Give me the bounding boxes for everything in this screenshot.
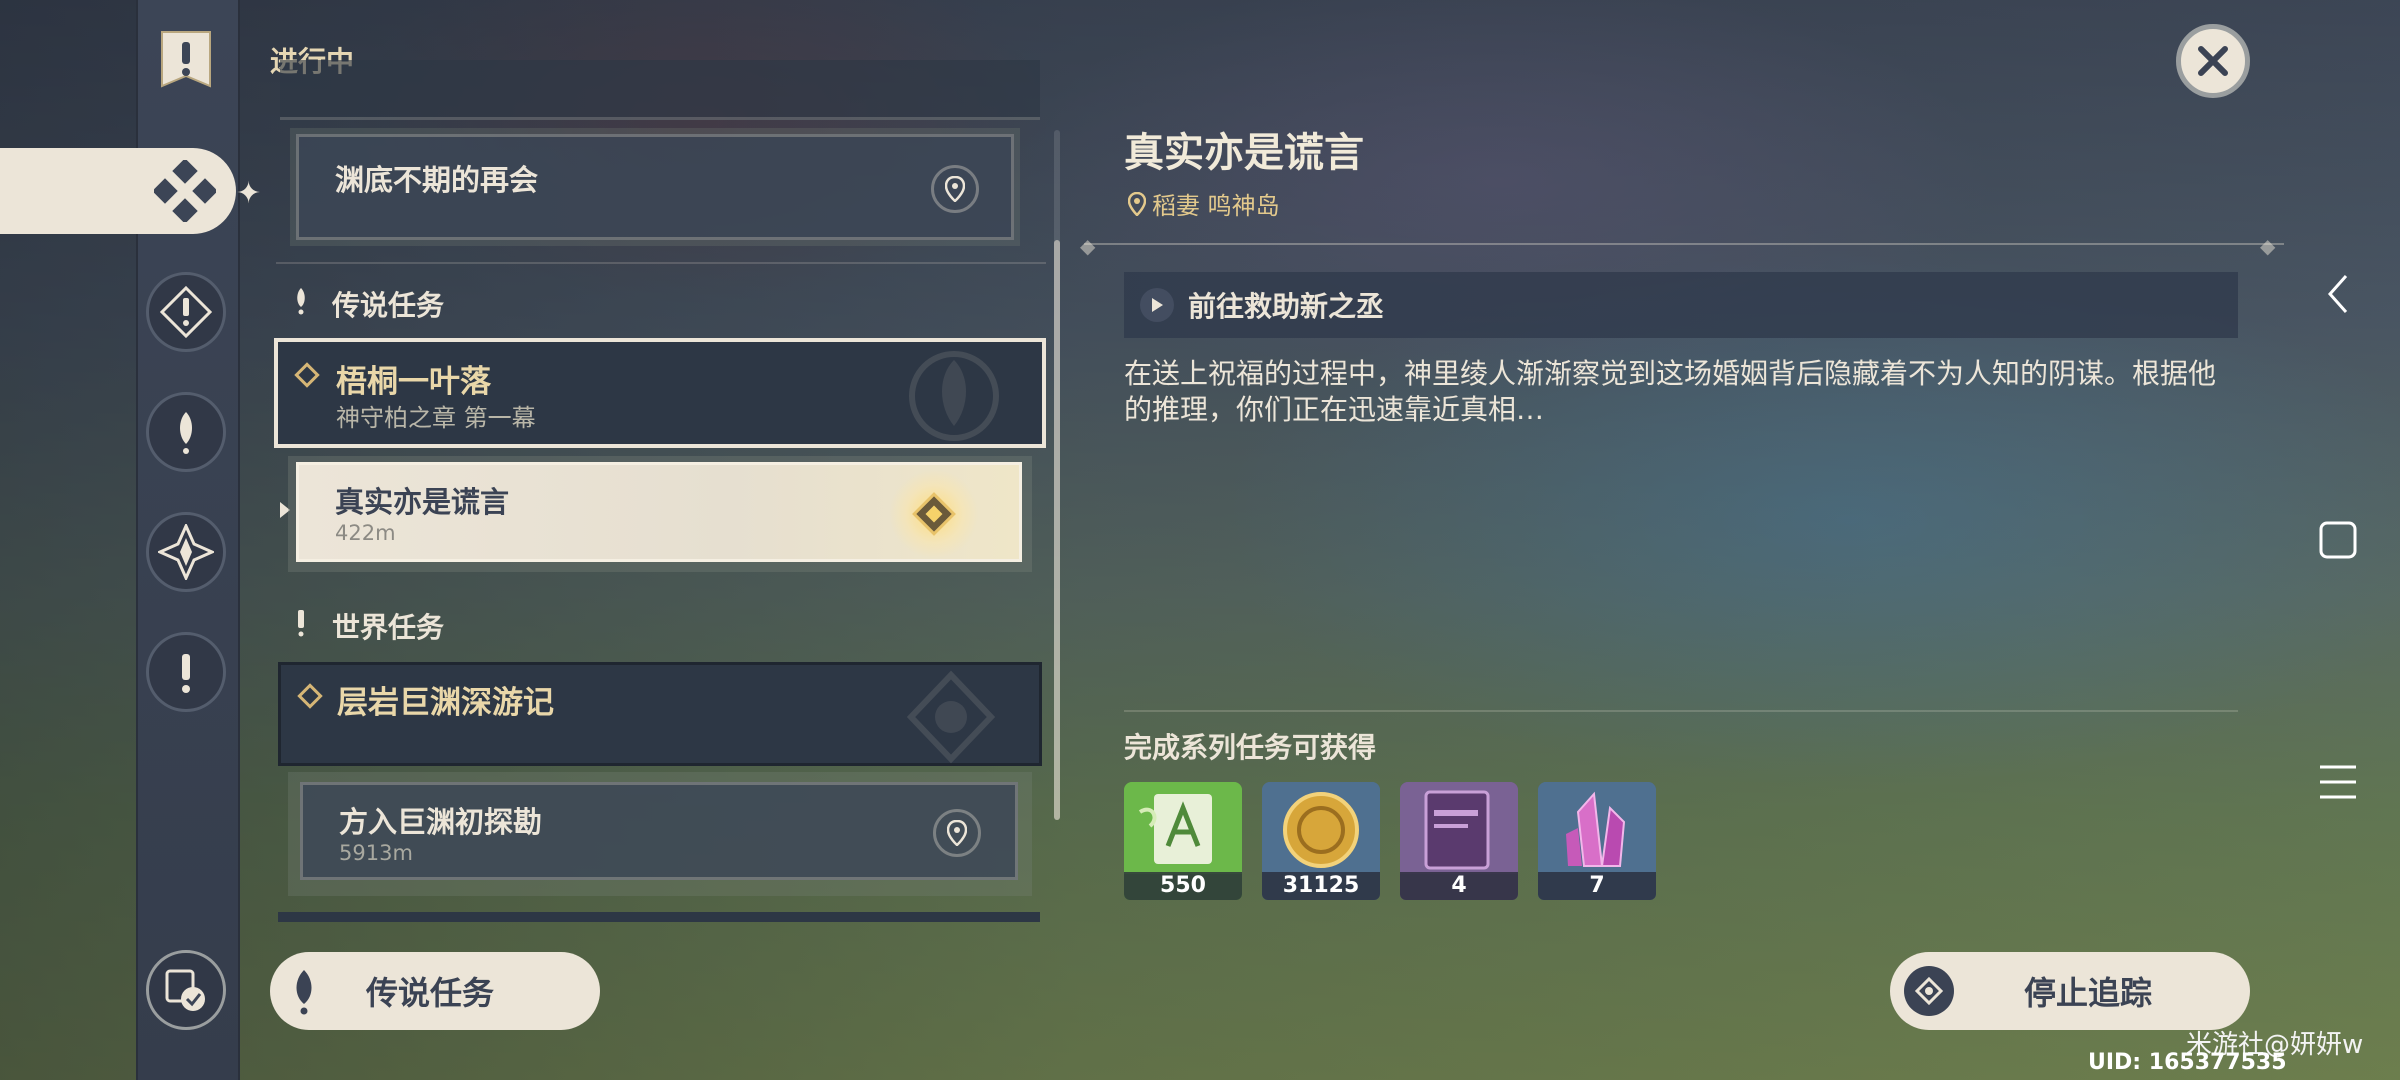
partial-quest-card-bottom [278,912,1040,922]
system-recents-button[interactable] [2316,760,2360,804]
subquest-card-chasm-explore[interactable]: 方入巨渊初探勘 5913m [300,782,1018,880]
commission-quest-icon [158,524,214,580]
tracked-quest-icon[interactable] [911,491,957,537]
system-home-button[interactable] [2316,518,2360,562]
subquest-card-truth-lie[interactable]: 真实亦是谎言 422m [296,462,1022,562]
close-icon [2198,46,2228,76]
menu-lines-icon [2320,765,2356,799]
all-quests-icon [154,160,216,222]
quest-location: 稻妻 鸣神岛 [1128,186,1280,221]
subquest-distance: 5913m [339,841,413,865]
rail-tab-legend[interactable] [146,392,226,472]
divider-ornament-right: ◆ [2260,234,2276,258]
section-divider [276,262,1046,264]
world-quest-icon [182,654,190,693]
tracking-icon [1904,966,1954,1016]
rail-tab-commission[interactable] [146,512,226,592]
quest-banner-icon [161,31,211,88]
map-pin-icon[interactable] [931,165,979,213]
subquest-title: 方入巨渊初探勘 [339,805,543,839]
heros-wit-book-icon [1400,782,1518,874]
system-back-button[interactable] [2316,272,2360,316]
rail-tab-completed[interactable] [146,950,226,1030]
legend-quest-icon [180,412,192,454]
back-chevron-icon [2327,275,2348,313]
location-text: 稻妻 鸣神岛 [1152,192,1280,220]
legend-quests-label: 传说任务 [366,974,495,1012]
rewards-label: 完成系列任务可获得 [1124,731,1377,764]
subquest-title: 真实亦是谎言 [335,485,510,519]
rail-tab-archon[interactable] [146,272,226,352]
step-text: 前往救助新之丞 [1188,290,1385,323]
legend-section-icon [290,286,312,316]
quest-description: 在送上祝福的过程中，神里绫人渐渐察觉到这场婚姻背后隐藏着不为人知的阴谋。根据他的… [1124,357,2217,426]
sparkle-icon: ✦ [236,176,262,211]
home-square-icon [2319,521,2357,559]
reward-count: 31125 [1262,872,1380,900]
location-pin-icon [1128,191,1146,216]
quest-chapter: 神守柏之章 第一幕 [336,404,536,432]
reward-count: 4 [1400,872,1518,900]
stop-tracking-label: 停止追踪 [2024,974,2153,1012]
archon-quest-icon [160,286,212,338]
adventure-exp-icon [1124,782,1242,874]
partial-quest-card[interactable] [280,60,1040,120]
reward-item[interactable]: 31125 [1262,782,1380,900]
subquest-card-abyss-reunion[interactable]: 渊底不期的再会 [290,128,1020,246]
section-label-world: 世界任务 [332,611,445,644]
world-section-icon [290,608,312,638]
completed-quests-icon [165,969,205,1011]
quest-card-wutong[interactable]: 梧桐一叶落 神守柏之章 第一幕 [274,338,1046,448]
legend-diamond-icon [294,362,320,388]
reward-count: 7 [1538,872,1656,900]
subquest-distance: 422m [335,521,396,545]
reward-item[interactable]: 7 [1538,782,1656,900]
quest-title: 层岩巨渊深游记 [337,685,554,721]
section-label-legend: 传说任务 [332,289,445,322]
ornamental-divider [1084,243,2284,245]
rail-tab-all[interactable] [0,148,236,234]
rail-tab-world[interactable] [146,632,226,712]
map-pin-icon[interactable] [933,809,981,857]
subquest-title: 渊底不期的再会 [335,163,539,197]
reward-item[interactable]: 4 [1400,782,1518,900]
reward-count: 550 [1124,872,1242,900]
play-step-icon [1140,288,1174,322]
list-scrollbar-thumb[interactable] [1054,240,1060,820]
mora-icon [1262,782,1380,874]
uid-label: UID: 165377535 [2088,1050,2287,1075]
reward-item[interactable]: 550 [1124,782,1242,900]
quest-title: 梧桐一叶落 [336,364,491,400]
current-step: 前往救助新之丞 [1124,272,2238,338]
quest-detail-title: 真实亦是谎言 [1124,130,1364,176]
stop-tracking-button[interactable]: 停止追踪 [1890,952,2250,1030]
chasm-emblem-icon [906,670,996,764]
legend-quest-icon [296,970,312,1015]
divider-ornament-left: ◆ [1080,234,1096,258]
world-diamond-icon [297,683,323,709]
legend-quests-button[interactable]: 传说任务 [270,952,600,1030]
mystic-ore-crystal-icon [1538,782,1656,874]
reward-divider [1124,710,2238,712]
quest-card-chasm[interactable]: 层岩巨渊深游记 [278,662,1042,766]
close-button[interactable] [2176,24,2250,98]
chapter-emblem-icon [909,351,999,441]
